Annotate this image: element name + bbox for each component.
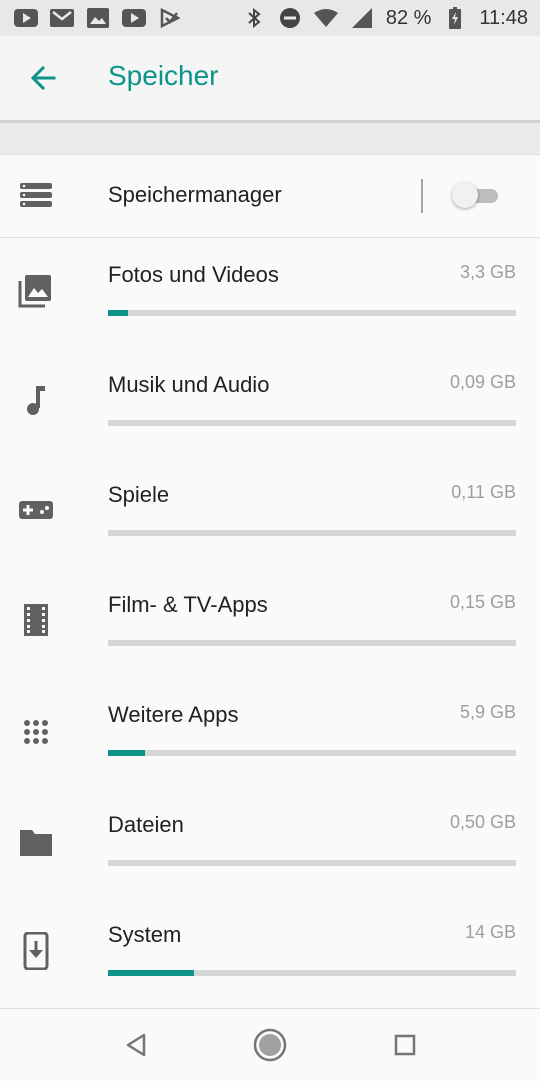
photos-icon — [86, 8, 110, 28]
usage-bar-fill — [108, 310, 129, 316]
usage-bar-fill — [108, 750, 145, 756]
photo-library-icon — [18, 272, 54, 308]
usage-bar-fill — [108, 970, 194, 976]
category-musik-und-audio[interactable]: Musik und Audio 0,09 GB — [0, 348, 540, 458]
storage-manager-label: Speichermanager — [108, 182, 282, 207]
usage-bar — [108, 310, 516, 316]
youtube-icon — [122, 8, 146, 28]
battery-percentage: 82 % — [385, 6, 432, 29]
arrow-back-icon[interactable] — [28, 62, 60, 94]
signal-icon — [350, 8, 374, 28]
category-label: Weitere Apps — [108, 702, 239, 727]
usage-bar — [108, 640, 516, 646]
category-label: Film- & TV-Apps — [108, 592, 268, 617]
storage-manager-icon — [20, 181, 52, 209]
category-film-tv-apps[interactable]: Film- & TV-Apps 0,15 GB — [0, 568, 540, 678]
category-size: 5,9 GB — [459, 702, 516, 722]
category-size: 14 GB — [464, 922, 516, 942]
page-title: Speicher — [108, 60, 219, 91]
category-spiele[interactable]: Spiele 0,11 GB — [0, 458, 540, 568]
music-note-icon — [18, 382, 54, 418]
usage-bar — [108, 530, 516, 536]
divider — [421, 179, 423, 213]
system-update-icon — [18, 931, 54, 971]
nav-home-icon[interactable] — [252, 1027, 288, 1063]
category-weitere-apps[interactable]: Weitere Apps 5,9 GB — [0, 678, 540, 788]
clock: 11:48 — [479, 6, 528, 29]
category-size: 0,09 GB — [449, 372, 516, 392]
play-store-icon — [158, 8, 182, 28]
nav-recents-icon[interactable] — [387, 1027, 423, 1063]
category-label: Musik und Audio — [108, 372, 270, 397]
usage-bar — [108, 420, 516, 426]
usage-bar — [108, 860, 516, 866]
category-fotos-und-videos[interactable]: Fotos und Videos 3,3 GB — [0, 238, 540, 348]
gamepad-icon — [18, 492, 54, 528]
do-not-disturb-icon — [278, 8, 302, 28]
gmail-icon — [50, 8, 74, 28]
movie-film-icon — [18, 602, 54, 638]
usage-bar — [108, 750, 516, 756]
category-label: System — [108, 922, 182, 947]
category-size: 0,50 GB — [449, 812, 516, 832]
apps-grid-icon — [18, 714, 54, 750]
category-size: 0,11 GB — [451, 482, 516, 502]
category-system[interactable]: System 14 GB — [0, 898, 540, 1008]
category-label: Dateien — [108, 812, 184, 837]
toggle-knob — [452, 182, 478, 208]
battery-charging-icon — [443, 7, 467, 29]
category-label: Spiele — [108, 482, 170, 507]
storage-manager-row[interactable]: Speichermanager — [0, 154, 540, 238]
youtube-icon — [14, 8, 38, 28]
notification-icons — [14, 8, 182, 28]
system-status-icons: 82 % 11:48 — [242, 7, 528, 30]
category-size: 0,15 GB — [449, 592, 516, 612]
nav-back-icon[interactable] — [118, 1027, 154, 1063]
status-bar: 82 % 11:48 — [0, 0, 540, 36]
header-divider — [0, 120, 540, 154]
usage-bar — [108, 970, 516, 976]
category-label: Fotos und Videos — [108, 262, 279, 287]
folder-icon — [18, 824, 54, 860]
wifi-icon — [313, 8, 338, 28]
navigation-bar — [0, 1008, 540, 1081]
app-bar: Speicher — [0, 36, 540, 120]
category-size: 3,3 GB — [459, 262, 516, 282]
bluetooth-icon — [242, 8, 266, 28]
storage-manager-toggle[interactable] — [452, 182, 500, 210]
category-dateien[interactable]: Dateien 0,50 GB — [0, 788, 540, 898]
